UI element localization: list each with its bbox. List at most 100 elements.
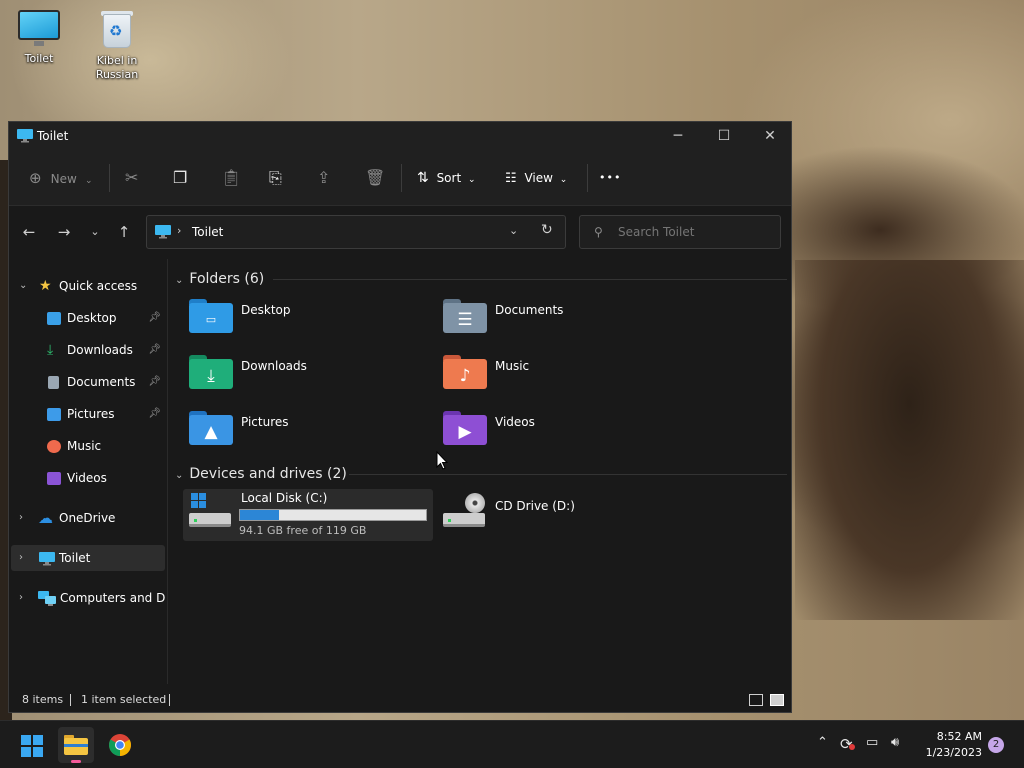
clock[interactable]: 8:52 AM 1/23/2023 <box>916 729 982 761</box>
recycle-bin-icon: ♻ <box>99 8 135 50</box>
folder-tile-documents[interactable]: ☰ Documents <box>437 295 687 347</box>
folder-name: Videos <box>495 415 535 429</box>
taskbar-chrome[interactable] <box>102 727 138 763</box>
folder-icon <box>64 735 88 755</box>
capacity-bar-fill <box>240 510 280 520</box>
taskbar-file-explorer[interactable] <box>58 727 94 763</box>
volume-icon[interactable]: 🔊︎ <box>891 735 899 750</box>
sidebar-item-label: Quick access <box>59 279 138 293</box>
cd-drive-icon <box>443 493 487 531</box>
sidebar-item-desktop[interactable]: Desktop 📌︎ <box>11 305 165 331</box>
sync-icon[interactable]: ⟳ <box>840 735 855 753</box>
sidebar-quick-access[interactable]: ⌄ ★ Quick access <box>11 273 165 299</box>
picture-icon <box>47 408 61 421</box>
rename-button[interactable]: ⎘ <box>269 164 282 192</box>
item-count: 8 items <box>22 693 64 706</box>
status-divider <box>169 694 170 706</box>
forward-button[interactable]: → <box>52 221 76 243</box>
folder-name: Music <box>495 359 530 373</box>
drive-tile-local-disk[interactable]: Local Disk (C:) 94.1 GB free of 119 GB <box>183 489 433 541</box>
pictures-folder-icon: ▲ <box>189 411 233 445</box>
pane-divider[interactable] <box>167 259 168 684</box>
pin-icon[interactable]: 📌︎ <box>148 305 161 331</box>
sidebar-item-videos[interactable]: Videos <box>11 465 165 491</box>
folder-tile-downloads[interactable]: ⤓ Downloads <box>183 351 433 403</box>
drive-free-space: 94.1 GB free of 119 GB <box>239 524 367 537</box>
group-divider <box>349 474 787 475</box>
command-bar: ⊕ New ⌄ ✂ ❐ 📋︎ ⎘ ⇪ 🗑︎ ⇅ Sort ⌄ ☷ View ⌄ … <box>9 150 791 206</box>
desktop-icon-label: Kibel in Russian <box>95 54 139 81</box>
refresh-icon[interactable]: ↻ <box>541 222 553 238</box>
view-button[interactable]: ☷ View ⌄ <box>505 164 581 192</box>
sidebar-item-onedrive[interactable]: › ☁ OneDrive <box>11 505 165 531</box>
folders-group-header[interactable]: ⌄ Folders (6) <box>175 267 264 291</box>
folder-tile-pictures[interactable]: ▲ Pictures <box>183 407 433 459</box>
delete-button[interactable]: 🗑︎ <box>365 164 385 192</box>
search-box[interactable]: ⚲ <box>579 215 781 249</box>
show-hidden-icons-button[interactable]: ⌃ <box>817 735 828 750</box>
video-icon <box>47 472 61 485</box>
folder-tile-videos[interactable]: ▶ Videos <box>437 407 687 459</box>
window-title: Toilet <box>37 129 69 143</box>
folder-tile-desktop[interactable]: ▭ Desktop <box>183 295 433 347</box>
up-button[interactable]: ↑ <box>112 221 136 243</box>
chevron-right-icon: › <box>19 512 23 523</box>
navigation-pane: ⌄ ★ Quick access Desktop 📌︎ ⤓ Downloads … <box>9 259 167 679</box>
address-history-button[interactable]: ⌄ <box>509 224 518 237</box>
paste-button[interactable]: 📋︎ <box>221 164 241 192</box>
address-path[interactable]: Toilet <box>192 225 223 239</box>
new-button[interactable]: ⊕ New ⌄ <box>29 164 99 192</box>
minimize-button[interactable]: ─ <box>655 122 701 150</box>
more-options-button[interactable]: ••• <box>599 164 621 192</box>
group-title: Folders (6) <box>189 271 265 287</box>
close-button[interactable]: ✕ <box>747 122 793 150</box>
file-list: ⌄ Folders (6) ▭ Desktop ☰ Documents ⤓ Dow… <box>169 259 791 684</box>
pin-icon[interactable]: 📌︎ <box>148 369 161 395</box>
chevron-down-icon: ⌄ <box>559 175 568 185</box>
drive-tile-cd-drive[interactable]: CD Drive (D:) <box>437 489 687 541</box>
sort-button[interactable]: ⇅ Sort ⌄ <box>417 164 489 192</box>
title-bar[interactable]: Toilet ─ ☐ ✕ <box>9 122 791 150</box>
cloud-icon: ☁ <box>38 509 53 527</box>
copy-button[interactable]: ❐ <box>173 164 187 192</box>
download-icon: ⤓ <box>47 342 54 358</box>
search-input[interactable] <box>618 224 768 240</box>
back-button[interactable]: ← <box>17 221 41 243</box>
details-view-icon[interactable] <box>749 694 763 706</box>
drives-group-header[interactable]: ⌄ Devices and drives (2) <box>175 462 347 486</box>
sidebar-item-this-pc[interactable]: › Toilet <box>11 545 165 571</box>
desktop-icon-this-pc[interactable]: Toilet <box>1 8 77 66</box>
cut-button[interactable]: ✂ <box>125 164 138 192</box>
pin-icon[interactable]: 📌︎ <box>148 337 161 363</box>
desktop-folder-icon: ▭ <box>189 299 233 333</box>
sort-label: Sort <box>436 171 462 185</box>
taskbar: ⌃ ⟳ ▭ 🔊︎ 8:52 AM 1/23/2023 2 <box>0 720 1024 768</box>
drive-name: CD Drive (D:) <box>495 499 575 513</box>
folder-tile-music[interactable]: ♪ Music <box>437 351 687 403</box>
desktop-icon <box>47 312 61 325</box>
sidebar-item-music[interactable]: Music <box>11 433 165 459</box>
maximize-button[interactable]: ☐ <box>701 122 747 150</box>
folder-name: Pictures <box>241 415 289 429</box>
search-icon: ⚲ <box>594 225 603 239</box>
pin-icon[interactable]: 📌︎ <box>148 401 161 427</box>
address-bar[interactable]: › Toilet ⌄ ↻ <box>146 215 566 249</box>
chevron-right-icon: › <box>19 552 23 563</box>
large-icons-view-icon[interactable] <box>770 694 784 706</box>
sidebar-item-downloads[interactable]: ⤓ Downloads 📌︎ <box>11 337 165 363</box>
network-icon <box>38 591 56 606</box>
share-button[interactable]: ⇪ <box>317 164 330 192</box>
file-explorer-window: Toilet ─ ☐ ✕ ⊕ New ⌄ ✂ ❐ 📋︎ ⎘ ⇪ 🗑︎ ⇅ Sor… <box>8 121 792 713</box>
recent-locations-button[interactable]: ⌄ <box>83 221 107 243</box>
desktop-icon-recycle-bin[interactable]: ♻ Kibel in Russian <box>79 8 155 82</box>
sort-icon: ⇅ <box>417 170 429 186</box>
network-icon[interactable]: ▭ <box>866 735 878 750</box>
start-button[interactable] <box>14 727 50 763</box>
sidebar-item-network[interactable]: › Computers and Devices <box>11 585 165 611</box>
share-icon: ⇪ <box>317 168 331 187</box>
sidebar-item-documents[interactable]: Documents 📌︎ <box>11 369 165 395</box>
windows-logo-icon <box>21 735 43 757</box>
sidebar-item-pictures[interactable]: Pictures 📌︎ <box>11 401 165 427</box>
folder-name: Downloads <box>241 359 307 373</box>
notification-badge[interactable]: 2 <box>988 737 1004 753</box>
